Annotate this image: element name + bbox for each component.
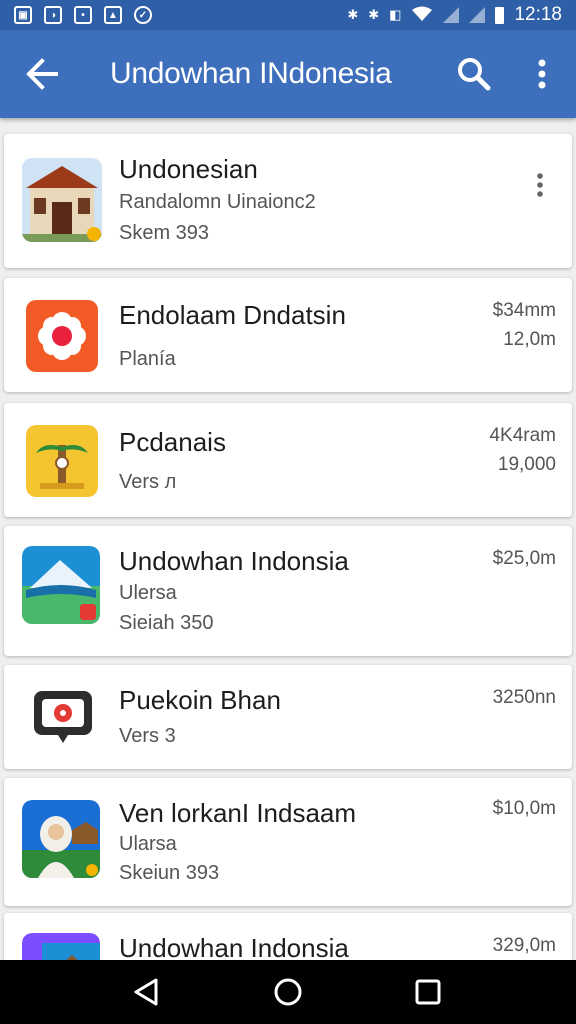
app-version: Vers 3	[119, 725, 176, 747]
signal-icon-2	[469, 7, 486, 23]
mountain-icon	[22, 546, 100, 624]
app-subtitle: Randalomn Uinaionc2	[119, 191, 316, 213]
photo-icon: ▣	[14, 6, 32, 24]
app-price: 3250nn	[492, 687, 556, 708]
list-item[interactable]: Undowhan Indonsia Ulersa Sieiah 350 $25,…	[4, 526, 572, 656]
app-title: Undowhan Indonsia	[119, 546, 349, 576]
list-item[interactable]: Undowhan Indonsia 329,0m	[4, 913, 572, 960]
home-nav-icon[interactable]	[268, 974, 308, 1010]
wifi-icon	[411, 6, 433, 25]
android-icon: ▲	[104, 6, 122, 24]
list-item[interactable]: Endolaam Dndatsin Planía $34mm 12,0m	[4, 278, 572, 392]
bluetooth-icon: ✱	[347, 7, 359, 22]
list-item[interactable]: Pcdanais Vers л 4K4ram 19,000	[4, 403, 572, 517]
vibrate-icon: ✱	[368, 7, 380, 22]
app-title: Pcdanais	[119, 427, 226, 457]
recents-nav-icon[interactable]	[408, 974, 448, 1010]
app-version: Sieiah 350	[119, 612, 214, 634]
list-item[interactable]: Puekoin Bhan Vers 3 3250nn	[4, 665, 572, 769]
status-bar: ▣ ◑ • ▲ ✓ ✱ ✱ ◧ 12:18	[0, 0, 576, 30]
app-version: Planía	[119, 348, 176, 370]
app-title: Endolaam Dndatsin	[119, 300, 346, 330]
app-subtitle: Ulersa	[119, 582, 177, 604]
house-icon	[22, 158, 102, 242]
system-icons: ✱ ✱ ◧ 12:18	[347, 4, 562, 26]
app-size: 19,000	[497, 454, 556, 475]
app-size: 12,0m	[503, 329, 556, 350]
app-version: Vers л	[119, 471, 177, 493]
back-arrow-icon[interactable]	[22, 52, 62, 96]
app-title: Puekoin Bhan	[119, 685, 281, 715]
message-icon: ◑	[44, 6, 62, 24]
app-list: Undonesian Randalomn Uinaionc2 Skem 393 …	[0, 118, 576, 960]
navigation-bar	[0, 960, 576, 1024]
landscape-icon	[22, 933, 100, 960]
app-price: 4K4ram	[489, 425, 556, 446]
app-price: $10,0m	[492, 798, 556, 819]
battery-icon	[495, 6, 505, 24]
list-item[interactable]: Ven lorkanI Indsaam Ularsa Skeiun 393 $1…	[4, 778, 572, 906]
app-price: $34mm	[492, 300, 556, 321]
status-time: 12:18	[514, 4, 562, 25]
camera-icon	[28, 685, 98, 749]
app-title: Undowhan Indonsia	[119, 933, 349, 960]
app-version: Skeiun 393	[119, 862, 220, 884]
page-title: Undowhan INdonesia	[110, 57, 392, 90]
search-icon[interactable]	[452, 50, 496, 94]
chat-icon: •	[74, 6, 92, 24]
app-title: Ven lorkanI Indsaam	[119, 798, 357, 828]
app-bar: Undowhan INdonesia	[0, 30, 576, 118]
person-icon	[22, 800, 100, 878]
back-nav-icon[interactable]	[126, 974, 166, 1010]
notification-icons: ▣ ◑ • ▲ ✓	[14, 6, 152, 24]
nfc-icon: ◧	[389, 7, 402, 22]
app-subtitle: Ularsa	[119, 833, 177, 855]
overflow-menu-icon[interactable]	[524, 50, 560, 94]
app-price: $25,0m	[492, 548, 556, 569]
app-title: Undonesian	[119, 154, 258, 184]
shield-icon: ✓	[134, 6, 152, 24]
palm-tree-icon	[26, 425, 98, 497]
signal-icon	[443, 7, 460, 23]
item-menu-icon[interactable]	[530, 170, 550, 200]
flower-icon	[26, 300, 98, 372]
list-item[interactable]: Undonesian Randalomn Uinaionc2 Skem 393	[4, 134, 572, 268]
app-price: 329,0m	[492, 935, 556, 956]
app-version: Skem 393	[119, 222, 210, 244]
